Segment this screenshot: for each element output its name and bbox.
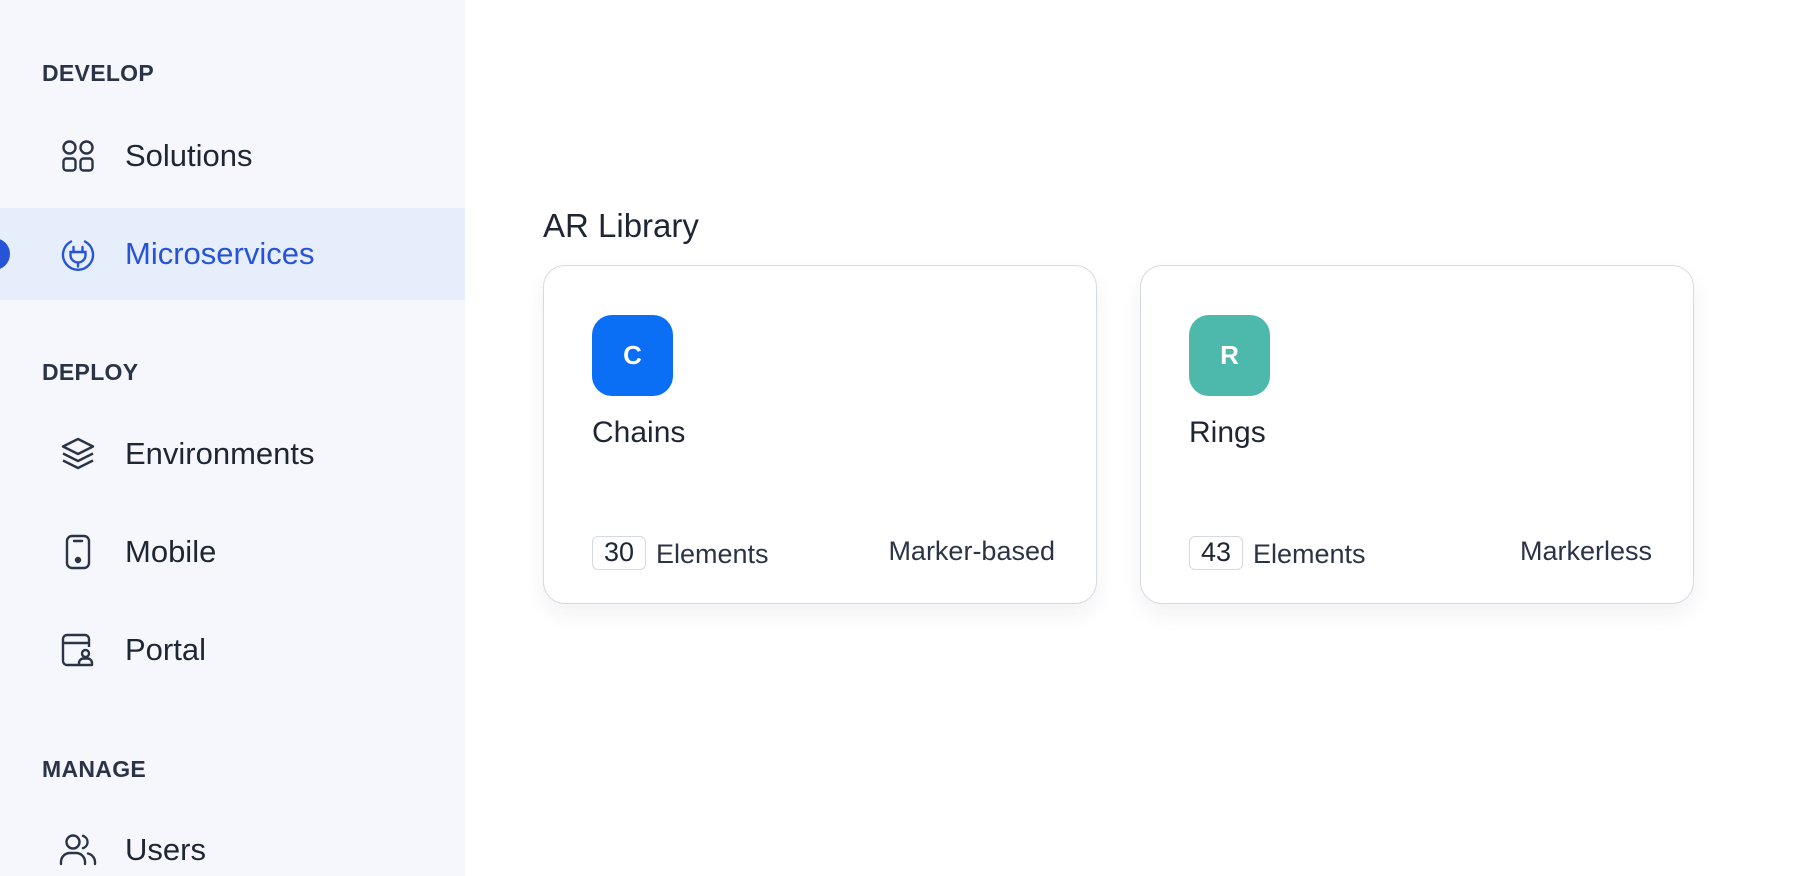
element-count-badge: 43 — [1189, 536, 1243, 570]
sidebar-item-label: Environments — [125, 436, 315, 471]
section-label-manage: MANAGE — [42, 756, 147, 782]
sidebar-item-environments[interactable]: Environments — [0, 408, 465, 500]
tracking-type-label: Markerless — [1519, 536, 1652, 566]
element-count-label: Elements — [1253, 539, 1366, 569]
sidebar-item-microservices[interactable]: Microservices — [0, 208, 465, 300]
sidebar-item-mobile[interactable]: Mobile — [0, 506, 465, 598]
sidebar-item-portal[interactable]: Portal — [0, 604, 465, 696]
avatar: C — [592, 315, 673, 396]
card-title: Chains — [592, 416, 686, 449]
sidebar-item-label: Portal — [125, 632, 206, 667]
tracking-type-label: Marker-based — [888, 536, 1055, 566]
sidebar-item-label: Microservices — [125, 236, 315, 271]
portal-icon — [58, 630, 98, 670]
element-count-badge: 30 — [592, 536, 646, 570]
avatar: R — [1189, 315, 1270, 396]
sidebar-item-label: Solutions — [125, 138, 253, 173]
users-icon — [58, 830, 98, 870]
sidebar-item-label: Mobile — [125, 534, 217, 569]
sidebar: DEVELOP Solutions Microservices DEPLOY E… — [0, 0, 465, 876]
layers-icon — [58, 434, 98, 474]
element-count-label: Elements — [656, 539, 769, 569]
main-content: AR Library C Chains 30 Elements Marker-b… — [465, 0, 1802, 876]
sidebar-item-solutions[interactable]: Solutions — [0, 110, 465, 202]
active-indicator — [0, 238, 10, 270]
grid-circles-icon — [58, 136, 98, 176]
library-card-rings[interactable]: R Rings 43 Elements Markerless — [1140, 265, 1694, 604]
sidebar-item-users[interactable]: Users — [0, 804, 465, 876]
sidebar-item-label: Users — [125, 832, 206, 867]
page-title: AR Library — [543, 207, 699, 244]
mobile-icon — [58, 532, 98, 572]
plug-icon — [58, 234, 98, 274]
section-label-develop: DEVELOP — [42, 60, 155, 86]
app-root: DEVELOP Solutions Microservices DEPLOY E… — [0, 0, 1802, 876]
section-label-deploy: DEPLOY — [42, 359, 139, 385]
card-title: Rings — [1189, 416, 1266, 449]
library-card-chains[interactable]: C Chains 30 Elements Marker-based — [543, 265, 1097, 604]
